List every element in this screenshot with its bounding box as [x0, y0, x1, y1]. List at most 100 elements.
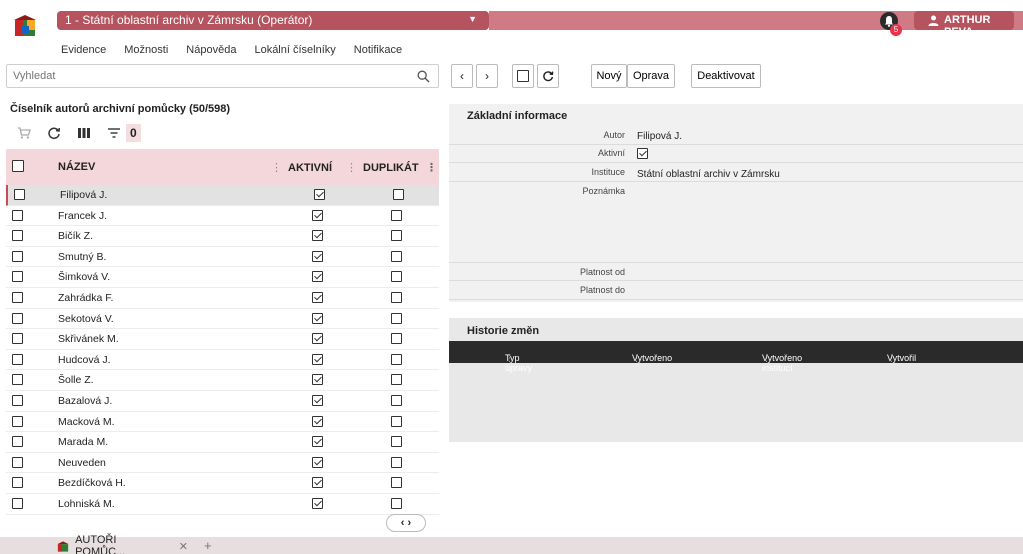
- edit-button[interactable]: Oprava: [627, 64, 675, 88]
- row-name: Bičík Z.: [58, 230, 94, 243]
- row-select-checkbox[interactable]: [12, 271, 23, 285]
- row-select-checkbox[interactable]: [12, 374, 23, 388]
- field-author: Autor Filipová J.: [449, 126, 1023, 145]
- notification-badge: 5: [890, 24, 902, 36]
- grid-body: Filipová J. Francek J. Bičík Z. Smutný B. Ši…: [6, 185, 439, 533]
- row-name: Lohniská M.: [58, 497, 115, 510]
- table-row[interactable]: Bičík Z.: [6, 226, 439, 247]
- column-resize-handle[interactable]: ⋮: [426, 161, 437, 174]
- row-active-checkbox: [312, 271, 323, 285]
- history-panel: Historie změn ⋮ Typ úpravy ⋮ Vytvořeno ⋮ Vy…: [449, 318, 1023, 442]
- history-col-institution-label: Vytvořeno institucí: [762, 353, 803, 373]
- table-row[interactable]: Marada M.: [6, 432, 439, 453]
- author-value: Filipová J.: [637, 131, 683, 142]
- row-name: Francek J.: [58, 209, 108, 222]
- row-active-checkbox: [312, 250, 323, 265]
- column-header-name[interactable]: NÁZEV: [58, 161, 95, 173]
- user-icon: [928, 15, 939, 26]
- row-select-checkbox[interactable]: [12, 291, 23, 306]
- next-record-button[interactable]: ›: [476, 64, 498, 88]
- table-row[interactable]: Hudcová J.: [6, 350, 439, 371]
- table-row[interactable]: Skřivánek M.: [6, 329, 439, 350]
- row-select-checkbox[interactable]: [14, 189, 25, 203]
- row-active-checkbox: [312, 394, 323, 409]
- row-name: Zahrádka F.: [58, 291, 114, 304]
- table-row[interactable]: Bazalová J.: [6, 391, 439, 412]
- row-select-checkbox[interactable]: [12, 333, 23, 347]
- previous-record-button[interactable]: ‹: [451, 64, 473, 88]
- menu-evidence[interactable]: Evidence: [58, 42, 109, 60]
- table-row[interactable]: Francek J.: [6, 206, 439, 227]
- table-row[interactable]: Šimková V.: [6, 267, 439, 288]
- tab-authors[interactable]: AUTOŘI POMŮC... ✕: [54, 534, 188, 554]
- row-select-checkbox[interactable]: [12, 312, 23, 327]
- row-select-checkbox[interactable]: [12, 497, 23, 512]
- row-duplicate-checkbox: [391, 415, 402, 430]
- deactivate-button[interactable]: Deaktivovat: [691, 64, 761, 88]
- search-input[interactable]: [7, 65, 407, 87]
- columns-icon[interactable]: [76, 125, 92, 141]
- close-icon[interactable]: ✕: [179, 540, 188, 553]
- context-select[interactable]: 1 - Státní oblastní archiv v Zámrsku (Op…: [57, 11, 489, 30]
- table-row[interactable]: Smutný B.: [6, 247, 439, 268]
- filter-icon[interactable]: [106, 125, 122, 141]
- row-active-checkbox: [312, 333, 323, 347]
- cart-icon[interactable]: [16, 125, 32, 141]
- select-record-button[interactable]: [512, 64, 534, 88]
- row-duplicate-checkbox: [391, 291, 402, 306]
- context-select-label: 1 - Státní oblastní archiv v Zámrsku (Op…: [65, 13, 313, 27]
- horizontal-scroll-buttons[interactable]: ‹ ›: [386, 514, 426, 532]
- basic-info-title: Základní informace: [467, 110, 568, 122]
- row-duplicate-checkbox: [391, 312, 402, 327]
- row-active-checkbox: [312, 291, 323, 306]
- row-active-checkbox: [312, 353, 323, 368]
- menu-notifications[interactable]: Notifikace: [351, 42, 405, 60]
- refresh-icon[interactable]: [46, 125, 62, 141]
- table-row[interactable]: Filipová J.: [6, 185, 439, 206]
- menu-options[interactable]: Možnosti: [121, 42, 171, 60]
- row-select-checkbox[interactable]: [12, 209, 23, 224]
- table-row[interactable]: Sekotová V.: [6, 309, 439, 330]
- row-active-checkbox: [312, 477, 323, 491]
- institution-label: Instituce: [591, 167, 625, 177]
- row-select-checkbox[interactable]: [12, 456, 23, 471]
- menu-local-codelists[interactable]: Lokální číselníky: [251, 42, 338, 60]
- row-select-checkbox[interactable]: [12, 230, 23, 244]
- reload-icon: [543, 71, 554, 82]
- active-checkbox: [637, 148, 648, 162]
- valid-to-label: Platnost do: [579, 285, 625, 295]
- row-name: Bazalová J.: [58, 394, 113, 407]
- table-row[interactable]: Macková M.: [6, 412, 439, 433]
- new-button[interactable]: Nový: [591, 64, 627, 88]
- main-menu: Evidence Možnosti Nápověda Lokální čísel…: [58, 42, 405, 60]
- select-all-checkbox[interactable]: [12, 160, 24, 175]
- history-col-type-label: Typ úpravy: [505, 353, 533, 373]
- search-box: [6, 64, 439, 88]
- column-header-active-label: AKTIVNÍ: [288, 162, 332, 174]
- table-row[interactable]: Šolle Z.: [6, 370, 439, 391]
- user-menu-button[interactable]: ARTHUR PEVA: [914, 11, 1014, 38]
- row-select-checkbox[interactable]: [12, 250, 23, 265]
- search-icon[interactable]: [417, 70, 430, 83]
- add-tab-icon[interactable]: +: [204, 538, 212, 553]
- menu-help[interactable]: Nápověda: [183, 42, 239, 60]
- row-select-checkbox[interactable]: [12, 353, 23, 368]
- table-row[interactable]: Neuveden: [6, 453, 439, 474]
- field-note: Poznámka: [449, 182, 1023, 263]
- table-row[interactable]: Lohniská M.: [6, 494, 439, 515]
- square-icon: [517, 70, 529, 82]
- reload-button[interactable]: [537, 64, 559, 88]
- row-duplicate-checkbox: [391, 271, 402, 285]
- valid-from-label: Platnost od: [579, 267, 625, 277]
- row-select-checkbox[interactable]: [12, 394, 23, 409]
- column-header-duplicate[interactable]: ⋮ DUPLIKÁT: [346, 161, 419, 174]
- row-name: Šolle Z.: [58, 374, 94, 387]
- column-header-active[interactable]: ⋮ AKTIVNÍ: [271, 161, 332, 174]
- row-select-checkbox[interactable]: [12, 436, 23, 450]
- list-toolbar: 0: [16, 122, 141, 144]
- history-col-created-by-label: Vytvořil: [887, 353, 917, 363]
- row-select-checkbox[interactable]: [12, 415, 23, 430]
- row-select-checkbox[interactable]: [12, 477, 23, 491]
- table-row[interactable]: Bezdíčková H.: [6, 473, 439, 494]
- table-row[interactable]: Zahrádka F.: [6, 288, 439, 309]
